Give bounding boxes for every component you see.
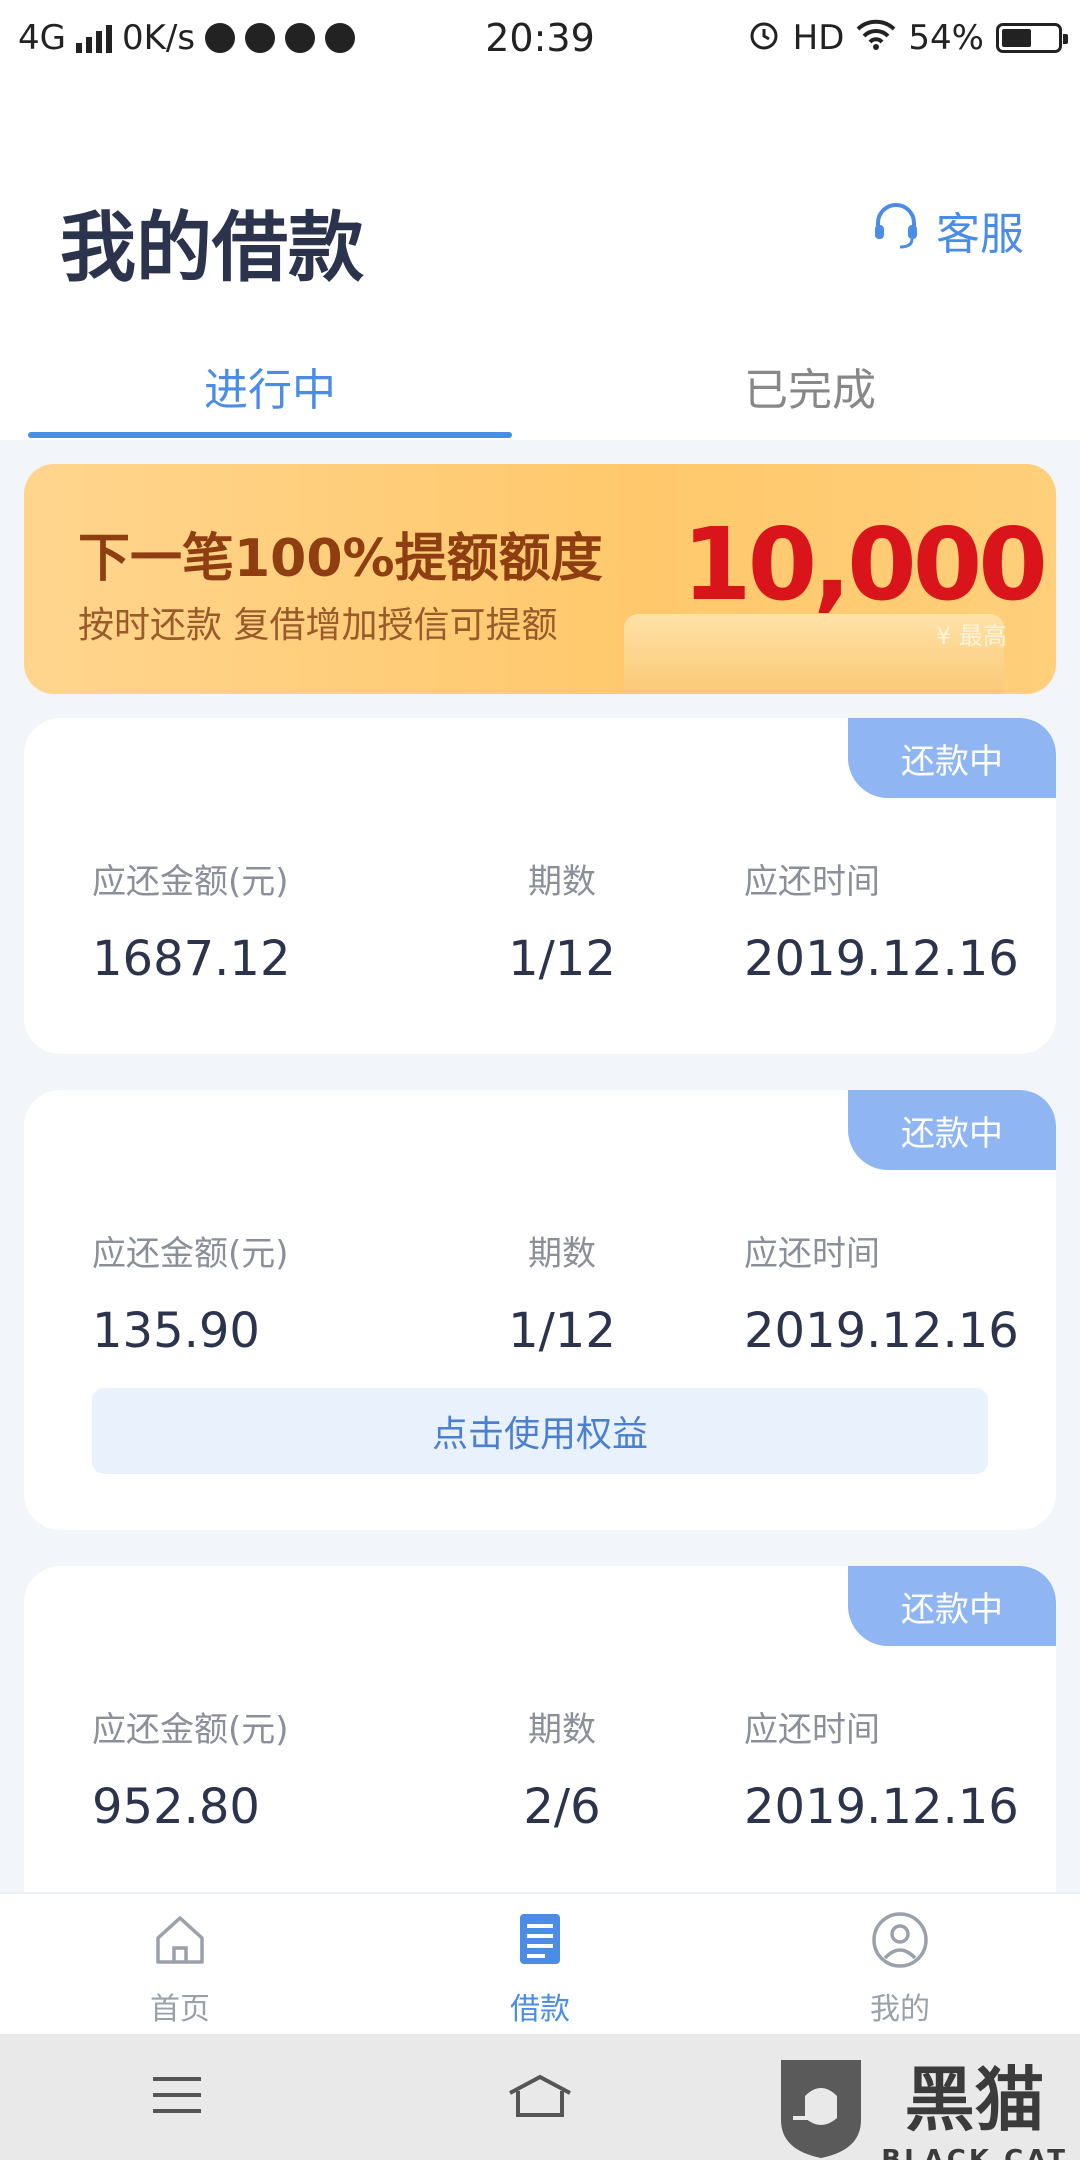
chat-bubble-icon [245,23,276,53]
watermark-subtext: BLACK CAT [881,2145,1068,2160]
due-date-column: 应还时间 2019.12.16 [744,854,1019,987]
nav-label: 我的 [870,1992,930,2027]
alarm-clock-icon [747,17,781,60]
page-header: 我的借款 客服 进行中 已完成 [0,76,1080,440]
amount-label: 应还金额(元) [92,1234,289,1274]
period-label: 期数 [528,862,596,902]
banner-subtitle: 按时还款 复借增加授信可提额 [78,605,558,646]
amount-value: 952.80 [92,1779,260,1835]
cloud-icon [205,23,236,53]
period-value: 2/6 [523,1779,601,1835]
loan-card[interactable]: 还款中 应还金额(元) 952.80 期数 2/6 应还时间 2019.12.1… [24,1566,1056,1892]
network-speed: 0K/s [121,18,196,58]
amount-value: 1687.12 [92,931,291,987]
watermark: 黑猫 BLACK CAT [771,2044,1068,2160]
alarm-icon [325,23,356,53]
due-date-value: 2019.12.16 [744,1303,1019,1359]
period-column: 期数 2/6 [492,1702,632,1835]
status-badge: 还款中 [848,1090,1056,1170]
hd-indicator: HD [792,18,845,58]
banner-title: 下一笔100%提额额度 [78,529,603,589]
customer-service-label: 客服 [936,209,1024,260]
home-icon [150,1910,210,1984]
amount-column: 应还金额(元) 952.80 [92,1702,289,1835]
banner-amount: 10,000 [682,506,1048,623]
watermark-text: 黑猫 [904,2059,1045,2141]
bottom-nav: 首页 借款 我的 [0,1892,1080,2034]
network-type: 4G [18,18,66,58]
tab-in-progress[interactable]: 进行中 [0,334,540,440]
nav-item-loan[interactable]: 借款 [360,1894,720,2034]
active-tab-indicator [28,432,512,438]
menu-icon[interactable] [149,2071,205,2123]
due-date-value: 2019.12.16 [744,931,1019,987]
headset-icon [870,199,922,262]
due-date-label: 应还时间 [744,1234,880,1274]
loan-card[interactable]: 还款中 应还金额(元) 1687.12 期数 1/12 应还时间 2019.12… [24,718,1056,1054]
planet-icon [285,23,316,53]
due-date-column: 应还时间 2019.12.16 [744,1226,1019,1359]
wifi-icon [856,18,896,59]
due-date-label: 应还时间 [744,1710,880,1750]
black-cat-logo-icon [771,2056,871,2160]
profile-icon [870,1910,930,1984]
nav-label: 首页 [150,1992,210,2027]
period-column: 期数 1/12 [492,854,632,987]
nav-label: 借款 [510,1992,570,2027]
tab-bar: 进行中 已完成 [0,334,1080,440]
signal-strength-icon [75,23,112,53]
nav-item-home[interactable]: 首页 [0,1894,360,2034]
credit-limit-banner[interactable]: 下一笔100%提额额度 按时还款 复借增加授信可提额 10,000 ¥ 最高 [24,464,1056,694]
amount-value: 135.90 [92,1303,260,1359]
period-column: 期数 1/12 [492,1226,632,1359]
due-date-column: 应还时间 2019.12.16 [744,1702,1019,1835]
use-benefits-button[interactable]: 点击使用权益 [92,1388,988,1474]
battery-percent: 54% [908,18,984,58]
nav-item-profile[interactable]: 我的 [720,1894,1080,2034]
status-badge: 还款中 [848,1566,1056,1646]
period-label: 期数 [528,1234,596,1274]
amount-column: 应还金额(元) 1687.12 [92,854,291,987]
period-label: 期数 [528,1710,596,1750]
due-date-label: 应还时间 [744,862,880,902]
loan-document-icon [510,1910,570,1984]
customer-service-button[interactable]: 客服 [870,198,1024,262]
battery-icon [996,23,1068,53]
system-home-icon[interactable] [504,2071,576,2123]
amount-label: 应还金额(元) [92,1710,289,1750]
due-date-value: 2019.12.16 [744,1779,1019,1835]
status-bar: 4G 0K/s 20:39 HD 54% [0,0,1080,76]
banner-note: ¥ 最高 [936,622,1007,650]
amount-column: 应还金额(元) 135.90 [92,1226,289,1359]
page-title: 我的借款 [60,203,364,292]
period-value: 1/12 [508,931,616,987]
loan-card[interactable]: 还款中 应还金额(元) 135.90 期数 1/12 应还时间 2019.12.… [24,1090,1056,1530]
tab-completed[interactable]: 已完成 [540,334,1080,440]
amount-label: 应还金额(元) [92,862,289,902]
clock: 20:39 [485,16,595,60]
status-badge: 还款中 [848,718,1056,798]
period-value: 1/12 [508,1303,616,1359]
